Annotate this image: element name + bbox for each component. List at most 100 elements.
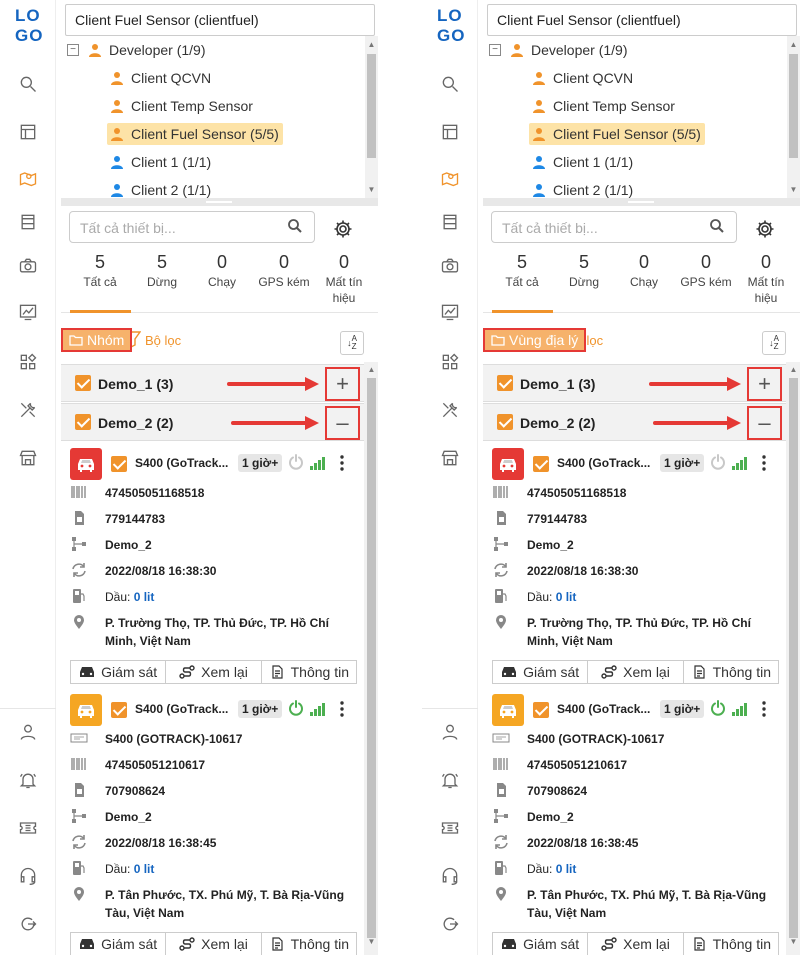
- tree-item[interactable]: Client Temp Sensor: [109, 95, 253, 117]
- device-name[interactable]: S400 (GoTrack...: [135, 702, 228, 716]
- stat-stopped[interactable]: 5 Dừng: [553, 250, 615, 290]
- group-checkbox[interactable]: [75, 375, 91, 391]
- stat-lost-signal[interactable]: 0 Mất tín hiệu: [315, 250, 373, 306]
- device-name[interactable]: S400 (GoTrack...: [557, 456, 650, 470]
- playback-button[interactable]: Xem lại: [588, 661, 684, 683]
- monitor-button[interactable]: Giám sát: [71, 661, 167, 683]
- chart-icon[interactable]: [438, 300, 462, 324]
- scroll-up-icon[interactable]: ▲: [789, 365, 798, 375]
- device-checkbox[interactable]: [533, 702, 549, 718]
- device-search-input[interactable]: Tất cả thiết bị...: [69, 211, 315, 243]
- fuel-value[interactable]: 0 lit: [556, 590, 577, 604]
- sort-az-icon[interactable]: ↓ A Z: [762, 331, 786, 355]
- widgets-icon[interactable]: [16, 350, 40, 374]
- info-button[interactable]: Thông tin: [684, 933, 778, 955]
- tree-item[interactable]: Client 1 (1/1): [109, 151, 211, 173]
- tools-icon[interactable]: [438, 398, 462, 422]
- monitor-button[interactable]: Giám sát: [493, 933, 589, 955]
- scroll-up-icon[interactable]: ▲: [367, 40, 376, 50]
- stat-weak-gps[interactable]: 0 GPS kém: [675, 250, 737, 290]
- car-status-icon[interactable]: [70, 694, 102, 726]
- car-status-icon[interactable]: [492, 694, 524, 726]
- device-name[interactable]: S400 (GoTrack...: [135, 456, 228, 470]
- stat-lost-signal[interactable]: 0 Mất tín hiệu: [737, 250, 795, 306]
- search-icon[interactable]: [709, 218, 725, 234]
- fuel-value[interactable]: 0 lit: [134, 590, 155, 604]
- headset-icon[interactable]: [438, 864, 462, 888]
- tree-item-selected[interactable]: Client Fuel Sensor (5/5): [107, 123, 283, 145]
- more-options-icon[interactable]: [759, 454, 769, 472]
- playback-button[interactable]: Xem lại: [588, 933, 684, 955]
- filter-label[interactable]: Bộ lọc: [145, 333, 181, 348]
- stat-all[interactable]: 5 Tất cả: [491, 250, 553, 290]
- store-icon[interactable]: [16, 210, 40, 234]
- widgets-icon[interactable]: [438, 350, 462, 374]
- device-list-scroll-thumb[interactable]: [367, 378, 376, 938]
- stat-all[interactable]: 5 Tất cả: [69, 250, 131, 290]
- logo[interactable]: LO GO: [437, 6, 467, 50]
- monitor-button[interactable]: Giám sát: [71, 933, 167, 955]
- playback-button[interactable]: Xem lại: [166, 661, 262, 683]
- map-pin-icon[interactable]: [16, 166, 40, 190]
- camera-icon[interactable]: [438, 254, 462, 278]
- tree-item[interactable]: Client 2 (1/1): [531, 179, 633, 199]
- info-button[interactable]: Thông tin: [262, 661, 356, 683]
- account-select[interactable]: Client Fuel Sensor (clientfuel): [65, 4, 375, 36]
- resize-handle[interactable]: [61, 198, 378, 206]
- ticket-icon[interactable]: [16, 816, 40, 840]
- expand-group-button[interactable]: +: [325, 367, 360, 401]
- map-pin-icon[interactable]: [438, 166, 462, 190]
- info-button[interactable]: Thông tin: [262, 933, 356, 955]
- device-checkbox[interactable]: [111, 702, 127, 718]
- group-by-button[interactable]: Nhóm: [61, 328, 133, 352]
- device-search-input[interactable]: Tất cả thiết bị...: [491, 211, 737, 243]
- search-icon[interactable]: [16, 72, 40, 96]
- camera-icon[interactable]: [16, 254, 40, 278]
- stat-weak-gps[interactable]: 0 GPS kém: [253, 250, 315, 290]
- car-status-icon[interactable]: [70, 448, 102, 480]
- tree-root[interactable]: − Developer (1/9): [489, 39, 628, 61]
- shop-icon[interactable]: [438, 446, 462, 470]
- tree-item-selected[interactable]: Client Fuel Sensor (5/5): [529, 123, 705, 145]
- scroll-up-icon[interactable]: ▲: [367, 365, 376, 375]
- user-icon[interactable]: [16, 720, 40, 744]
- more-options-icon[interactable]: [337, 454, 347, 472]
- logo[interactable]: LO GO: [15, 6, 45, 50]
- user-icon[interactable]: [438, 720, 462, 744]
- collapse-group-button[interactable]: –: [325, 406, 360, 440]
- settings-gear-icon[interactable]: [333, 219, 353, 239]
- chart-icon[interactable]: [16, 300, 40, 324]
- store-icon[interactable]: [438, 210, 462, 234]
- scroll-down-icon[interactable]: ▼: [789, 937, 798, 947]
- collapse-icon[interactable]: −: [67, 44, 79, 56]
- car-status-icon[interactable]: [492, 448, 524, 480]
- ticket-icon[interactable]: [438, 816, 462, 840]
- group-checkbox[interactable]: [75, 414, 91, 430]
- tree-scroll-thumb[interactable]: [789, 54, 798, 158]
- device-checkbox[interactable]: [533, 456, 549, 472]
- tree-item[interactable]: Client QCVN: [531, 67, 633, 89]
- stat-running[interactable]: 0 Chạy: [191, 250, 253, 290]
- scroll-down-icon[interactable]: ▼: [789, 185, 798, 195]
- expand-group-button[interactable]: +: [747, 367, 782, 401]
- tree-scrollbar[interactable]: ▲ ▼: [365, 36, 378, 199]
- device-list-scroll-thumb[interactable]: [789, 378, 798, 938]
- bell-icon[interactable]: [16, 768, 40, 792]
- tree-scrollbar[interactable]: ▲ ▼: [787, 36, 800, 199]
- group-checkbox[interactable]: [497, 375, 513, 391]
- tree-item[interactable]: Client 1 (1/1): [531, 151, 633, 173]
- search-icon[interactable]: [287, 218, 303, 234]
- monitor-button[interactable]: Giám sát: [493, 661, 589, 683]
- scroll-down-icon[interactable]: ▼: [367, 185, 376, 195]
- device-checkbox[interactable]: [111, 456, 127, 472]
- stat-stopped[interactable]: 5 Dừng: [131, 250, 193, 290]
- more-options-icon[interactable]: [337, 700, 347, 718]
- sort-az-icon[interactable]: ↓ A Z: [340, 331, 364, 355]
- shop-icon[interactable]: [16, 446, 40, 470]
- scroll-down-icon[interactable]: ▼: [367, 937, 376, 947]
- headset-icon[interactable]: [16, 864, 40, 888]
- tree-root[interactable]: − Developer (1/9): [67, 39, 206, 61]
- logout-icon[interactable]: [438, 912, 462, 936]
- settings-gear-icon[interactable]: [755, 219, 775, 239]
- tree-scroll-thumb[interactable]: [367, 54, 376, 158]
